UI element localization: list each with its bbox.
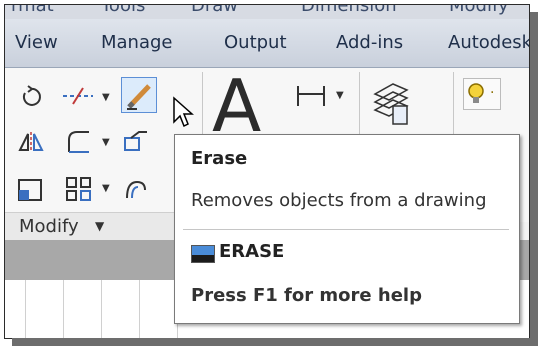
modify-panel-footer[interactable]: Modify ▼ <box>5 212 202 241</box>
tooltip-description: Removes objects from a drawing <box>191 190 487 211</box>
scale-icon[interactable] <box>17 176 45 202</box>
lightbulb-icon: · <box>468 83 494 103</box>
menu-item-modify[interactable]: Modify <box>449 5 509 16</box>
tooltip-help-hint: Press F1 for more help <box>191 285 422 306</box>
erase-icon <box>127 84 151 110</box>
dimension-icon[interactable] <box>295 84 331 108</box>
text-icon[interactable]: A <box>212 70 261 142</box>
mouse-cursor-icon <box>173 96 194 128</box>
fillet-icon[interactable] <box>65 128 93 156</box>
menu-item-draw[interactable]: Draw <box>191 5 238 16</box>
ribbon-tab-strip: View Manage Output Add-ins Autodesk <box>5 19 529 68</box>
chevron-down-icon[interactable]: ▼ <box>336 90 344 101</box>
svg-text:·: · <box>490 85 494 101</box>
menu-bar: rmat Tools Draw Dimension Modify <box>5 5 529 19</box>
tooltip-command-name: ERASE <box>219 241 285 262</box>
frame-shadow <box>530 12 538 345</box>
tab-add-ins[interactable]: Add-ins <box>336 32 403 53</box>
menu-item-tools[interactable]: Tools <box>101 5 145 16</box>
tab-manage[interactable]: Manage <box>101 32 173 53</box>
tab-view[interactable]: View <box>15 32 58 53</box>
array-icon[interactable] <box>65 176 93 202</box>
chevron-down-icon[interactable]: ▼ <box>102 137 110 148</box>
layer-properties-icon[interactable] <box>371 80 411 128</box>
rotate-icon[interactable] <box>19 85 43 109</box>
stretch-icon[interactable] <box>123 130 149 154</box>
erase-tooltip: Erase Removes objects from a drawing ERA… <box>174 134 520 324</box>
chevron-down-icon[interactable]: ▼ <box>95 219 104 233</box>
chevron-down-icon[interactable]: ▼ <box>102 183 110 194</box>
grid-line <box>63 280 64 338</box>
trim-icon[interactable] <box>61 86 95 106</box>
erase-button[interactable] <box>121 77 157 113</box>
frame-shadow <box>12 338 538 346</box>
offset-icon[interactable] <box>123 176 149 202</box>
tab-output[interactable]: Output <box>224 32 287 53</box>
grid-line <box>25 280 26 338</box>
layer-dropdown[interactable]: · <box>463 78 501 110</box>
menu-item-format[interactable]: rmat <box>11 5 54 16</box>
grid-line <box>101 280 102 338</box>
tooltip-divider <box>183 229 509 230</box>
grid-line <box>139 280 140 338</box>
mirror-icon[interactable] <box>17 130 45 154</box>
tooltip-title: Erase <box>191 148 248 169</box>
menu-item-dimension[interactable]: Dimension <box>301 5 397 16</box>
command-line-icon <box>191 245 215 263</box>
modify-panel-label[interactable]: Modify <box>19 216 79 237</box>
tab-autodesk[interactable]: Autodesk <box>448 32 529 53</box>
chevron-down-icon[interactable]: ▼ <box>102 92 110 103</box>
